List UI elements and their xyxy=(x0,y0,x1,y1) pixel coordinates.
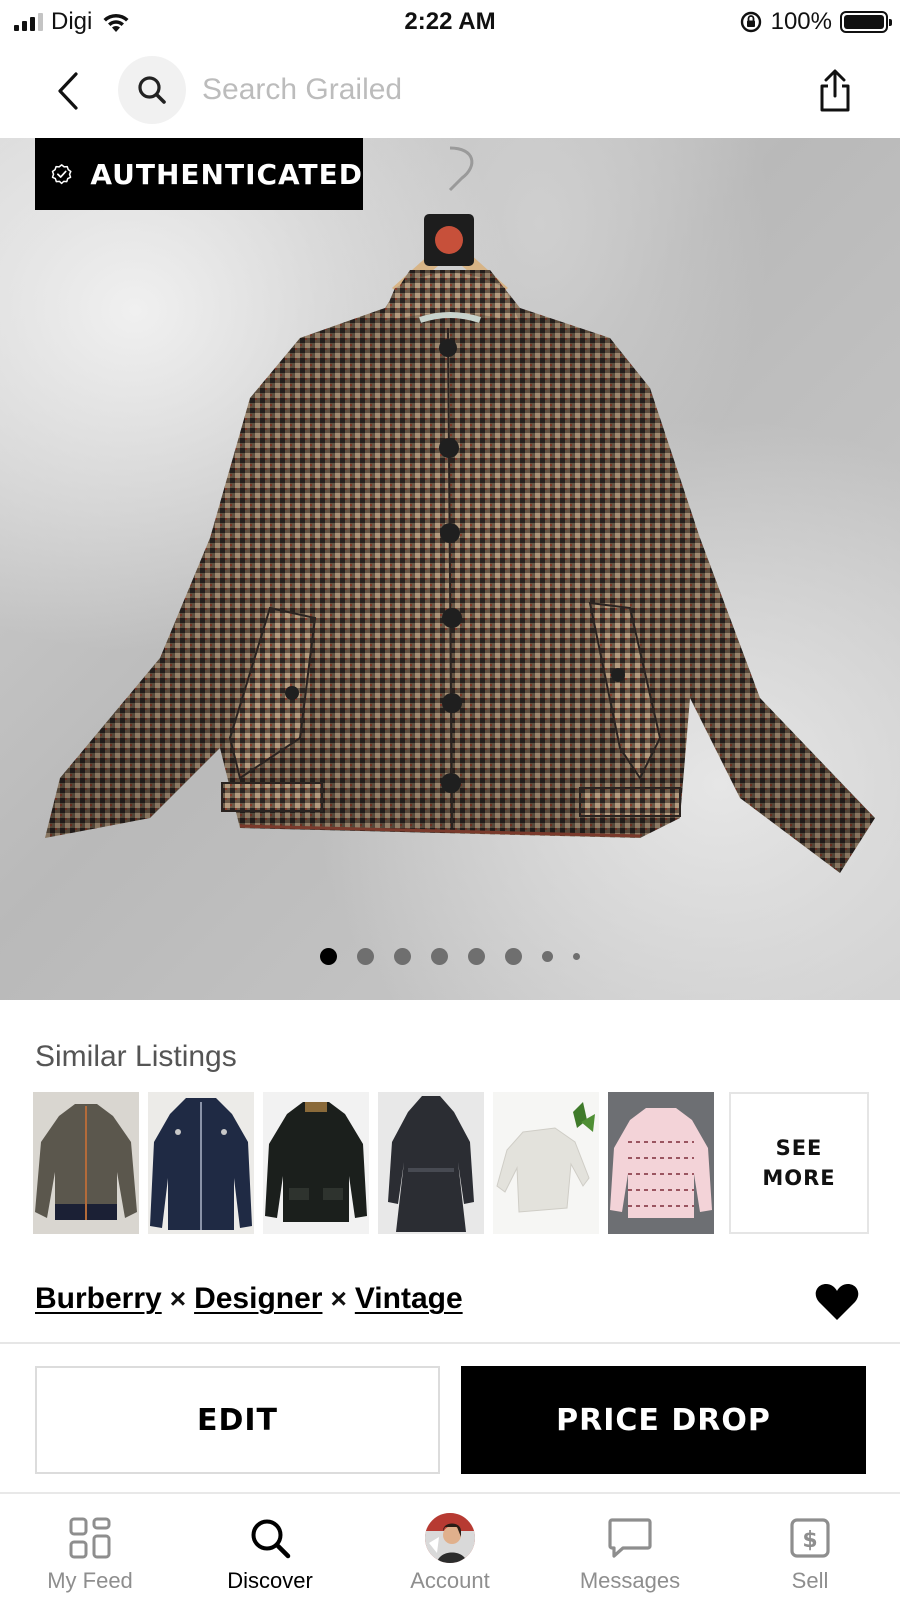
tab-discover[interactable]: Discover xyxy=(180,1494,360,1600)
back-button[interactable] xyxy=(48,66,88,116)
similar-listing-thumb[interactable] xyxy=(378,1092,484,1234)
listing-action-bar: EDIT PRICE DROP xyxy=(0,1342,900,1492)
thumb-photo xyxy=(35,1104,137,1220)
designer-link[interactable]: Vintage xyxy=(355,1282,463,1316)
carousel-indicator[interactable] xyxy=(0,948,900,965)
similar-listing-thumb[interactable] xyxy=(33,1092,139,1234)
price-drop-button[interactable]: PRICE DROP xyxy=(461,1366,866,1474)
designer-link[interactable]: Designer xyxy=(194,1282,322,1316)
carousel-dot[interactable] xyxy=(394,948,411,965)
see-more-label: SEE MORE xyxy=(762,1136,836,1190)
similar-listings-row: SEE MORE xyxy=(33,1092,869,1234)
carousel-dot[interactable] xyxy=(505,948,522,965)
share-icon xyxy=(820,69,850,112)
avatar xyxy=(425,1513,475,1563)
search-icon xyxy=(138,76,166,104)
carousel-dot[interactable] xyxy=(357,948,374,965)
product-photo xyxy=(45,146,875,873)
battery-percent: 100% xyxy=(770,8,832,35)
tab-account[interactable]: Account xyxy=(360,1494,540,1600)
status-right: 100% xyxy=(739,8,892,36)
edit-button[interactable]: EDIT xyxy=(35,1366,440,1474)
search-icon xyxy=(251,1519,291,1559)
tab-label: Account xyxy=(410,1568,490,1593)
thumb-photo xyxy=(388,1096,474,1232)
feed-icon xyxy=(69,1517,111,1559)
carousel-dot[interactable] xyxy=(468,948,485,965)
search-button[interactable] xyxy=(118,56,186,124)
carousel-dot[interactable] xyxy=(573,953,580,960)
tab-label: Messages xyxy=(579,1568,681,1593)
battery-icon xyxy=(840,11,892,33)
chat-icon xyxy=(608,1518,652,1558)
designer-separator: × xyxy=(169,1283,187,1314)
carousel-dot[interactable] xyxy=(320,948,337,965)
thumb-photo xyxy=(610,1108,712,1218)
rotation-lock-icon xyxy=(740,11,761,33)
similar-listing-thumb[interactable] xyxy=(148,1092,254,1234)
carousel-dot[interactable] xyxy=(431,948,448,965)
favorite-heart-icon[interactable] xyxy=(814,1282,860,1322)
similar-listings-title: Similar Listings xyxy=(35,1040,237,1073)
share-button[interactable] xyxy=(812,66,858,116)
search-input[interactable] xyxy=(202,70,762,110)
designer-list: Burberry × Designer × Vintage xyxy=(35,1282,463,1316)
thumb-photo xyxy=(150,1098,252,1230)
status-bar: Digi 2:22 AM 100% xyxy=(0,0,900,46)
similar-listing-thumb[interactable] xyxy=(608,1092,714,1234)
similar-listing-thumb[interactable] xyxy=(263,1092,369,1234)
tab-label: Discover xyxy=(227,1568,313,1593)
tab-label: My Feed xyxy=(47,1568,133,1593)
svg-text:$: $ xyxy=(802,1528,817,1553)
product-image-carousel[interactable]: AUTHENTICATED xyxy=(0,138,900,1000)
tab-sell[interactable]: $ Sell xyxy=(720,1494,900,1600)
tab-label: Sell xyxy=(791,1568,829,1593)
similar-listing-thumb[interactable] xyxy=(493,1092,599,1234)
see-more-button[interactable]: SEE MORE xyxy=(729,1092,869,1234)
thumb-photo xyxy=(265,1102,367,1222)
designer-separator: × xyxy=(330,1283,347,1314)
authenticated-badge: AUTHENTICATED xyxy=(35,138,363,210)
tab-messages[interactable]: Messages xyxy=(540,1494,720,1600)
dollar-tag-icon: $ xyxy=(790,1518,830,1558)
designer-link[interactable]: Burberry xyxy=(35,1282,162,1316)
chevron-left-icon xyxy=(58,72,78,110)
authenticated-label: AUTHENTICATED xyxy=(90,157,363,191)
verified-check-icon xyxy=(51,164,72,185)
thumb-photo xyxy=(496,1102,595,1213)
carousel-dot[interactable] xyxy=(542,951,553,962)
bottom-tab-bar: My Feed Discover Account Messages $ Sell xyxy=(0,1492,900,1600)
top-nav xyxy=(0,54,900,130)
tab-my-feed[interactable]: My Feed xyxy=(0,1494,180,1600)
